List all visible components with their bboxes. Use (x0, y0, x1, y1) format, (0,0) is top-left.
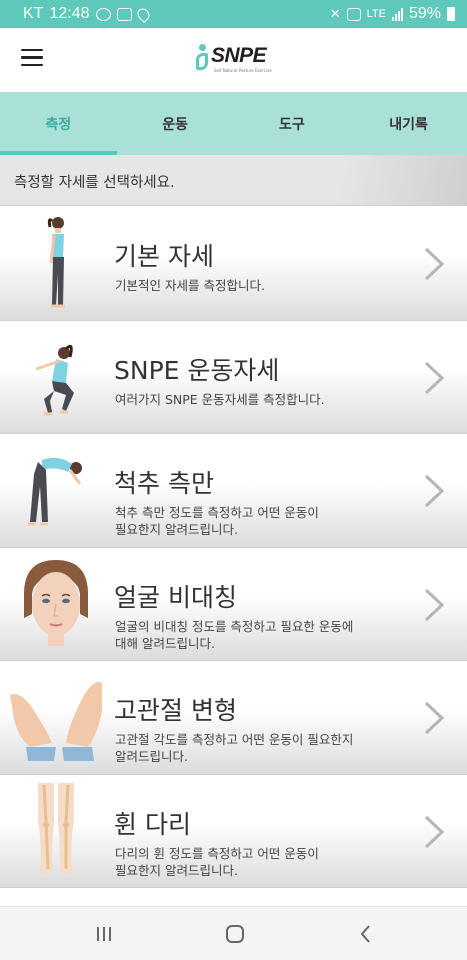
item-description: 여러가지 SNPE 운동자세를 측정합니다. (115, 391, 325, 407)
item-title: 기본 자세 (114, 242, 214, 271)
recent-apps-icon[interactable] (89, 921, 119, 947)
chevron-right-icon (424, 361, 445, 394)
bending-woman-icon (28, 457, 82, 526)
hamburger-menu-icon[interactable] (21, 49, 43, 67)
logo-subtitle: Self Natural Posture Exercise (214, 68, 272, 73)
network-label: LTE (366, 8, 386, 20)
instruction-text: 측정할 자세를 선택하세요. (14, 175, 175, 191)
item-title: 척추 측만 (114, 469, 214, 498)
tab-my-records[interactable]: 내기록 (350, 92, 467, 155)
list-item-bowed-legs[interactable]: 휜 다리 다리의 휜 정도를 측정하고 어떤 운동이 필요한지 알려드립니다. (0, 774, 467, 888)
system-nav-bar (0, 906, 467, 960)
tab-measure[interactable]: 측정 (0, 92, 117, 155)
app-header: SNPE Self Natural Posture Exercise (0, 28, 467, 92)
standing-woman-icon (47, 217, 65, 308)
mute-icon: ✕ (329, 6, 341, 21)
tab-exercise[interactable]: 운동 (117, 92, 234, 155)
item-title: 고관절 변형 (114, 696, 237, 725)
signal-icon (391, 7, 403, 21)
logo-mark-icon (196, 44, 210, 72)
tab-bar: 측정 운동 도구 내기록 (0, 92, 467, 155)
measurement-list: 기본 자세 기본적인 자세를 측정합니다. SNPE 운동자세 여러가지 SNP… (0, 207, 467, 888)
legs-bones-icon (38, 782, 74, 873)
home-icon[interactable] (220, 921, 250, 947)
item-title: 얼굴 비대칭 (114, 582, 237, 612)
list-item-basic-posture[interactable]: 기본 자세 기본적인 자세를 측정합니다. (0, 207, 467, 321)
logo-text: SNPE (211, 44, 267, 67)
tab-tools[interactable]: 도구 (234, 92, 351, 155)
item-description: 얼굴의 비대칭 정도를 측정하고 필요한 운동에 대해 알려드립니다. (115, 618, 354, 651)
talk-icon (95, 7, 111, 21)
item-description: 척추 측만 정도를 측정하고 어떤 운동이 필요한지 알려드립니다. (115, 505, 319, 537)
list-item-facial-asymmetry[interactable]: 얼굴 비대칭 얼굴의 비대칭 정도를 측정하고 필요한 운동에 대해 알려드립니… (0, 547, 467, 661)
battery-percent: 59% (408, 5, 441, 22)
gallery-icon (116, 7, 132, 21)
status-bar: KT 12:48 ✕ LTE 59% (0, 0, 467, 28)
snpe-logo: SNPE Self Natural Posture Exercise (196, 42, 276, 76)
feet-icon (10, 682, 102, 761)
face-icon (24, 559, 88, 646)
chevron-right-icon (424, 701, 445, 735)
battery-icon (447, 7, 455, 21)
chevron-right-icon (424, 247, 445, 281)
item-description: 고관절 각도를 측정하고 어떤 운동이 필요한지 알려드립니다. (115, 732, 354, 764)
item-title: SNPE 운동자세 (114, 355, 280, 385)
back-icon[interactable] (351, 921, 381, 947)
clock: 12:48 (49, 5, 90, 22)
chevron-right-icon (424, 474, 445, 508)
chevron-right-icon (424, 815, 445, 848)
location-icon (134, 5, 152, 23)
squat-woman-icon (35, 344, 74, 415)
carrier-label: KT (23, 5, 44, 22)
item-description: 다리의 휜 정도를 측정하고 어떤 운동이 필요한지 알려드립니다. (115, 845, 319, 878)
list-item-hip-deformity[interactable]: 고관절 변형 고관절 각도를 측정하고 어떤 운동이 필요한지 알려드립니다. (0, 661, 467, 775)
item-description: 기본적인 자세를 측정합니다. (115, 278, 265, 293)
item-title: 휜 다리 (114, 809, 191, 839)
list-item-scoliosis[interactable]: 척추 측만 척추 측만 정도를 측정하고 어떤 운동이 필요한지 알려드립니다. (0, 434, 467, 548)
instruction-bar: 측정할 자세를 선택하세요. (0, 155, 467, 206)
chevron-right-icon (424, 588, 445, 621)
list-item-snpe-exercise-posture[interactable]: SNPE 운동자세 여러가지 SNPE 운동자세를 측정합니다. (0, 320, 467, 434)
volte-icon (346, 7, 361, 21)
